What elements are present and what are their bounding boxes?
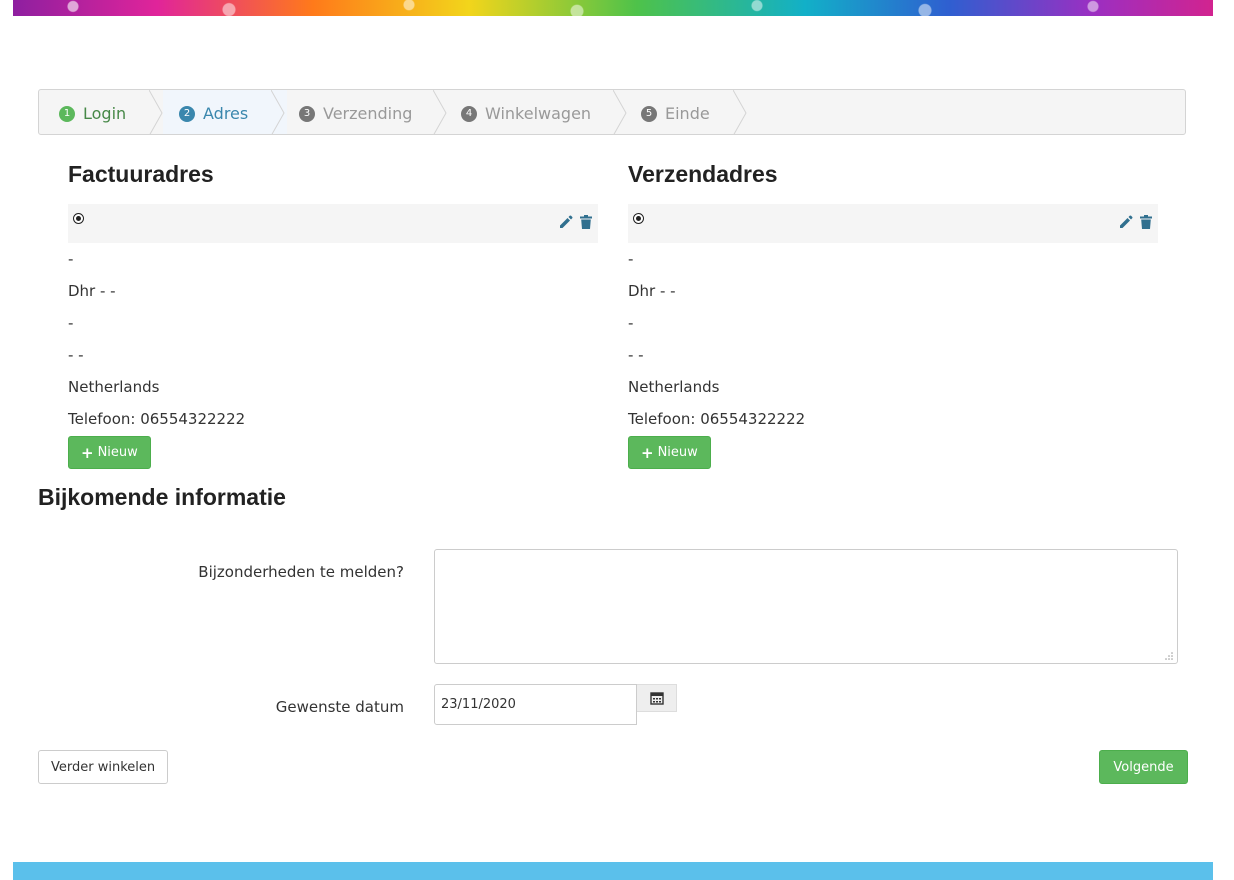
step-verzending[interactable]: 3 Verzending xyxy=(285,90,449,134)
additional-info-title: Bijkomende informatie xyxy=(38,484,286,510)
address-line: Dhr - - xyxy=(68,282,116,300)
date-input[interactable] xyxy=(434,684,637,725)
plus-icon: + xyxy=(641,443,654,462)
shipping-address-section: Verzendadres - Dhr - - - - - Netherlands… xyxy=(628,158,1158,469)
button-label: Nieuw xyxy=(657,445,698,460)
footer-bar xyxy=(13,862,1213,880)
shipping-address-header xyxy=(628,204,1158,243)
step-winkelwagen[interactable]: 4 Winkelwagen xyxy=(447,90,631,134)
checkout-steps: 1 Login 2 Adres 3 Verzending 4 Winkelwag… xyxy=(38,89,1186,135)
remarks-label: Bijzonderheden te melden? xyxy=(198,563,404,581)
step-separator xyxy=(433,90,447,134)
plus-icon: + xyxy=(81,443,94,462)
billing-address-header xyxy=(68,204,598,243)
step-label: Adres xyxy=(203,103,249,123)
address-country: Netherlands xyxy=(628,378,720,396)
date-label: Gewenste datum xyxy=(275,698,404,716)
billing-title: Factuuradres xyxy=(68,161,214,187)
shipping-address-radio[interactable] xyxy=(633,213,644,224)
address-line: - xyxy=(68,250,74,268)
calendar-button[interactable] xyxy=(637,684,677,712)
calendar-icon xyxy=(649,692,664,705)
continue-shopping-button[interactable]: Verder winkelen xyxy=(38,750,169,784)
billing-address-radio[interactable] xyxy=(73,213,84,224)
address-phone: Telefoon: 06554322222 xyxy=(68,410,246,428)
step-label: Winkelwagen xyxy=(485,103,592,123)
button-label: Nieuw xyxy=(97,445,138,460)
next-button[interactable]: Volgende xyxy=(1099,750,1188,784)
step-number: 1 xyxy=(59,106,75,122)
step-label: Verzending xyxy=(323,103,413,123)
address-line: Dhr - - xyxy=(628,282,676,300)
address-line: - - xyxy=(628,346,644,364)
pencil-icon[interactable] xyxy=(558,214,574,230)
address-line: - - xyxy=(68,346,84,364)
address-line: - xyxy=(628,250,634,268)
step-number: 5 xyxy=(641,106,657,122)
step-number: 3 xyxy=(299,106,315,122)
address-line: - xyxy=(628,314,634,332)
resize-handle[interactable] xyxy=(1164,651,1174,661)
step-separator xyxy=(149,90,163,134)
address-line: - xyxy=(68,314,74,332)
step-adres[interactable]: 2 Adres xyxy=(163,90,287,134)
billing-address-section: Factuuradres - Dhr - - - - - Netherlands… xyxy=(68,158,598,469)
trash-icon[interactable] xyxy=(578,214,594,230)
step-separator xyxy=(613,90,627,134)
step-separator xyxy=(733,90,747,134)
address-phone: Telefoon: 06554322222 xyxy=(628,410,806,428)
step-number: 2 xyxy=(179,106,195,122)
new-shipping-address-button[interactable]: + Nieuw xyxy=(628,436,711,469)
pencil-icon[interactable] xyxy=(1118,214,1134,230)
header-banner xyxy=(13,0,1213,16)
step-label: Einde xyxy=(665,103,710,123)
new-billing-address-button[interactable]: + Nieuw xyxy=(68,436,151,469)
step-separator xyxy=(271,90,285,134)
step-label: Login xyxy=(83,103,127,123)
trash-icon[interactable] xyxy=(1138,214,1154,230)
shipping-title: Verzendadres xyxy=(628,161,778,187)
remarks-textarea[interactable] xyxy=(434,549,1178,664)
step-number: 4 xyxy=(461,106,477,122)
address-country: Netherlands xyxy=(68,378,160,396)
